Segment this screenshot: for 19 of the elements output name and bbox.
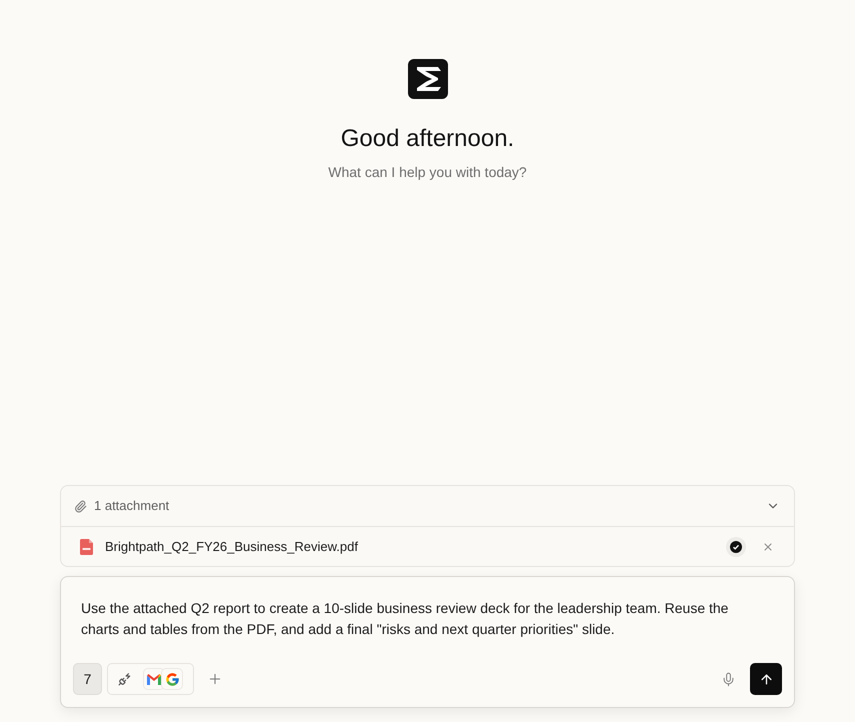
greeting-title: Good afternoon. (340, 124, 514, 154)
connectors-button[interactable] (107, 663, 194, 695)
attachments-summary: 1 attachment (94, 497, 170, 516)
plug-icon (118, 672, 132, 686)
mail-logo-icon (147, 674, 161, 684)
number-button[interactable]: 7 (73, 663, 102, 695)
remove-file-button[interactable] (762, 540, 774, 552)
pdf-file-icon (80, 538, 93, 554)
google-logo-icon (164, 672, 180, 686)
file-name: Brightpath_Q2_FY26_Business_Review.pdf (105, 538, 358, 556)
paperclip-icon (74, 500, 87, 512)
plus-icon (207, 671, 223, 687)
close-icon (762, 540, 774, 552)
logo-icon (408, 59, 448, 99)
send-button[interactable] (750, 663, 782, 695)
greeting-subtitle: What can I help you with today? (328, 163, 527, 181)
message-input[interactable]: Use the attached Q2 report to create a 10-slide business review deck for the leadership team. Reuse the charts and tables from the PDF, and add a final "risks and next quarter priorities" slide. (73, 598, 763, 653)
microphone-icon (720, 672, 736, 686)
add-button[interactable] (207, 671, 223, 687)
